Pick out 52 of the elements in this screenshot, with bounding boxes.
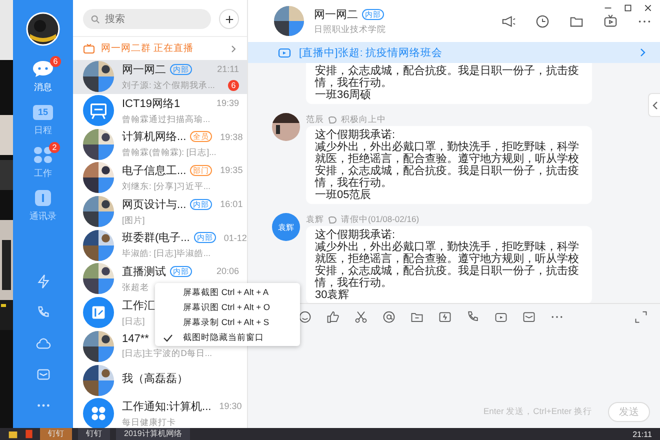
message-preview: 张超老: [122, 282, 149, 294]
sender-name: 范辰: [306, 114, 324, 126]
message-signature: 30袁辉: [315, 289, 350, 301]
live-text: 网一网二群 正在直播: [101, 42, 195, 55]
conversation-title: 电子信息工...: [122, 164, 186, 178]
calendar-icon: 15: [33, 104, 53, 120]
unread-badge: 6: [50, 56, 61, 67]
message-preview: [日志]: [122, 316, 145, 328]
conversation-time: 19:38: [220, 132, 243, 142]
banner-text: [直播中]张超: 抗疫情网络班会: [299, 46, 443, 60]
message-preview: [日志]主宇波的D每日...: [122, 348, 212, 360]
message-text: 减少外出，外出必戴口罩，勤快洗手，拒吃野味，科学就医，拒绝谣言，配合查验。遵守地方规则，听从学校安排，众志成城，配合抗疫。我是日职一份子，抗击疫情，我在行动。: [315, 241, 580, 289]
conversation-time: 16:01: [220, 199, 243, 210]
conversation-title: 工作汇: [122, 298, 155, 313]
message-preview: 刘继东: [分享]习近平...: [122, 180, 211, 193]
conversation-title: 网一网二: [122, 62, 166, 77]
chat-subtitle: 日照职业技术学院: [314, 24, 386, 36]
message-preview: 毕淑皓: [日志]毕淑皓...: [122, 248, 211, 260]
message-heading: 这个假期我承诺:: [315, 229, 396, 241]
message-signature: 一班36周硕: [315, 89, 372, 101]
message-preview: 曾翰霖(曾翰霖): [日志]...: [122, 147, 216, 160]
message-heading: 这个假期我承诺:: [315, 129, 396, 141]
chat-title: 网一网二: [314, 8, 358, 22]
message-signature: 一班05范辰: [315, 189, 372, 201]
unread-badge: 6: [228, 80, 239, 92]
status-text: 请假中(01/08-02/16): [341, 214, 420, 226]
avatar: 袁辉: [272, 213, 300, 241]
message-preview: 刘子源: 这个假期我承...: [122, 80, 215, 92]
conversation-time: 20:06: [216, 266, 239, 276]
conversation-title: 班委群(电子...: [122, 230, 190, 246]
conversation-title: 直播测试: [122, 264, 166, 279]
clock: 21:11: [632, 430, 652, 438]
conversation-time: 19:30: [219, 401, 242, 412]
conversation-title: 网页设计与...: [122, 198, 186, 212]
input-hint: Enter 发送，Ctrl+Enter 换行: [483, 406, 592, 418]
conversation-title: 我（高磊磊）: [122, 372, 188, 386]
conversation-title: 计算机网络...: [122, 130, 186, 144]
sender-name: 袁辉: [306, 214, 324, 226]
conversation-title: ICT19网络1: [122, 96, 180, 111]
conversation-title: 147**: [122, 332, 149, 345]
message-preview: 每日健康打卡: [122, 416, 176, 428]
conversation-time: 01-12: [224, 232, 247, 243]
message-text: 安排，众志成城，配合抗疫。我是日职一份子，抗击疫情，我在行动。: [315, 65, 580, 89]
message-preview: 曾翰霖通过扫描高瑜...: [122, 114, 210, 126]
conversation-time: 19:35: [220, 165, 243, 176]
message-text: 减少外出，外出必戴口罩，勤快洗手，拒吃野味，科学就医，拒绝谣言，配合查验。遵守地方规则，听从学校安排，众志成城，配合抗疫。我是日职一份子，抗击疫情，我在行动。: [315, 141, 580, 189]
unread-badge: 2: [49, 142, 60, 153]
message-preview: [图片]: [122, 214, 145, 227]
conversation-time: 19:39: [216, 98, 239, 108]
conversation-time: 21:11: [217, 64, 239, 74]
conversation-title: 工作通知:计算机...: [122, 400, 212, 414]
status-text: 积极向上中: [341, 114, 386, 126]
